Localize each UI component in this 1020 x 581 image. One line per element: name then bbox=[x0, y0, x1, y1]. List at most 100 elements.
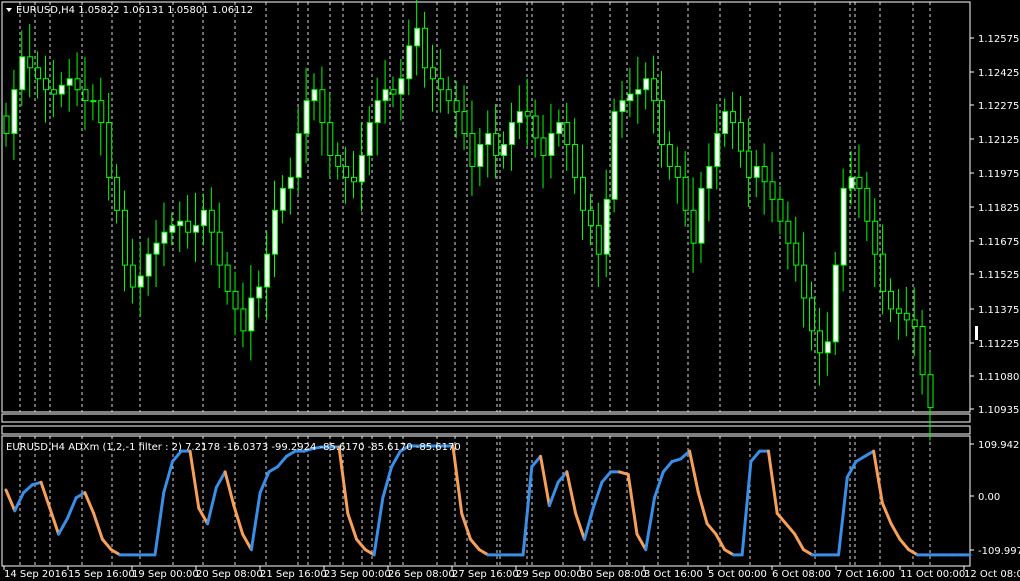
time-axis-label: 12 Oct 08:00 bbox=[964, 569, 1020, 580]
adx-segment-rising bbox=[530, 454, 543, 469]
bear-candle bbox=[390, 89, 397, 95]
bull-candle bbox=[548, 133, 555, 156]
bear-candle bbox=[658, 100, 665, 146]
time-axis-label: 11 Oct 00:00 bbox=[900, 569, 965, 580]
bear-candle bbox=[927, 374, 934, 409]
price-tick-label: 1.11225 bbox=[978, 339, 1019, 350]
adx-segment-falling bbox=[626, 472, 639, 536]
time-axis-label: 21 Sep 16:00 bbox=[260, 569, 327, 580]
time-axis-label: 26 Sep 08:00 bbox=[388, 569, 455, 580]
bear-candle bbox=[343, 165, 350, 178]
bear-candle bbox=[350, 176, 357, 183]
adx-segment-falling bbox=[565, 470, 578, 515]
time-axis-label: 19 Sep 00:00 bbox=[132, 569, 199, 580]
bear-candle bbox=[540, 137, 547, 156]
adx-segment-falling bbox=[100, 537, 113, 552]
bear-candle bbox=[208, 209, 215, 233]
bear-candle bbox=[809, 297, 816, 332]
bear-candle bbox=[595, 225, 602, 255]
bear-candle bbox=[42, 78, 49, 91]
bear-candle bbox=[3, 115, 10, 135]
bear-candle bbox=[335, 154, 342, 167]
bear-candle bbox=[461, 111, 468, 135]
price-tick-label: 1.11525 bbox=[978, 270, 1019, 281]
bear-candle bbox=[777, 198, 784, 222]
bull-candle bbox=[66, 78, 73, 86]
bear-candle bbox=[129, 264, 136, 288]
bull-candle bbox=[256, 286, 263, 299]
bear-candle bbox=[880, 253, 887, 292]
bull-candle bbox=[137, 275, 144, 288]
bear-candle bbox=[429, 67, 436, 80]
bear-candle bbox=[587, 209, 594, 227]
bear-candle bbox=[856, 176, 863, 189]
bull-candle bbox=[366, 122, 373, 156]
adx-segment-falling bbox=[766, 449, 779, 515]
bear-candle bbox=[185, 220, 192, 233]
chart-menu-arrow-icon[interactable] bbox=[6, 8, 12, 12]
indicator-tick-label: -109.997 bbox=[978, 546, 1020, 557]
adx-segment-rising bbox=[600, 470, 613, 484]
adx-segment-falling bbox=[39, 480, 52, 510]
bear-candle bbox=[682, 176, 689, 211]
bull-candle bbox=[303, 100, 310, 135]
bull-candle bbox=[169, 225, 176, 233]
bear-candle bbox=[919, 325, 926, 376]
time-axis-label: 14 Sep 2016 bbox=[4, 569, 67, 580]
bear-candle bbox=[674, 165, 681, 178]
bear-candle bbox=[114, 176, 121, 211]
adx-segment-falling bbox=[188, 449, 201, 510]
price-tick-label: 1.11975 bbox=[978, 169, 1019, 180]
bear-candle bbox=[445, 89, 452, 102]
separator-pane-2 bbox=[1, 425, 971, 435]
adx-segment-falling bbox=[793, 532, 805, 552]
indicator-title: EURUSD,H4 ADXm (1,2,-1 filter : 2) 7.217… bbox=[6, 442, 461, 453]
adx-segment-falling bbox=[872, 449, 884, 505]
bear-candle bbox=[816, 330, 823, 354]
adx-segment-rising bbox=[372, 496, 385, 557]
bear-candle bbox=[666, 144, 673, 167]
bull-candle bbox=[714, 133, 721, 167]
price-tick-label: 1.12575 bbox=[978, 34, 1019, 45]
chart-canvas[interactable]: 1.12575 1.12425 1.12275 1.12125 1.11975 1.118… bbox=[0, 0, 1020, 581]
adx-segment-rising bbox=[390, 449, 402, 469]
bear-candle bbox=[801, 264, 808, 299]
price-tick-label: 1.11675 bbox=[978, 237, 1019, 248]
bear-candle bbox=[35, 67, 42, 80]
adx-segment-falling bbox=[4, 488, 17, 513]
bear-candle bbox=[106, 122, 113, 178]
time-axis-label: 5 Oct 00:00 bbox=[708, 569, 767, 580]
bear-candle bbox=[769, 181, 776, 200]
adx-segment-falling bbox=[880, 501, 893, 526]
bull-candle bbox=[603, 198, 610, 255]
bear-candle bbox=[745, 150, 752, 178]
bull-candle bbox=[272, 209, 279, 255]
bull-candle bbox=[287, 176, 294, 189]
bear-candle bbox=[911, 319, 918, 327]
bear-candle bbox=[651, 78, 658, 102]
mt4-chart-window[interactable]: 1.12575 1.12425 1.12275 1.12125 1.11975 1.118… bbox=[0, 0, 1020, 581]
bull-candle bbox=[848, 176, 855, 189]
adx-segment-falling bbox=[688, 449, 700, 495]
time-axis-label: 6 Oct 08:00 bbox=[772, 569, 831, 580]
bull-candle bbox=[58, 84, 65, 95]
adx-segment-falling bbox=[784, 522, 797, 536]
adx-segment-rising bbox=[837, 475, 849, 557]
bull-candle bbox=[248, 297, 255, 332]
time-axis-label: 15 Sep 16:00 bbox=[68, 569, 135, 580]
time-axis-label: 23 Sep 00:00 bbox=[324, 569, 391, 580]
bull-candle bbox=[477, 144, 484, 167]
bear-candle bbox=[580, 176, 587, 211]
bull-candle bbox=[508, 122, 515, 146]
adx-segment-rising bbox=[57, 517, 69, 536]
price-tick-label: 1.11825 bbox=[978, 203, 1019, 214]
price-tick-label: 1.12275 bbox=[978, 101, 1019, 112]
time-axis-label: 27 Sep 16:00 bbox=[452, 569, 519, 580]
bull-candle bbox=[177, 220, 184, 227]
price-tick-label: 1.12425 bbox=[978, 68, 1019, 79]
adx-segment-rising bbox=[591, 480, 604, 510]
adx-segment-falling bbox=[223, 470, 236, 508]
bull-candle bbox=[722, 111, 729, 135]
adx-segment-rising bbox=[653, 470, 665, 500]
bear-candle bbox=[422, 27, 429, 69]
